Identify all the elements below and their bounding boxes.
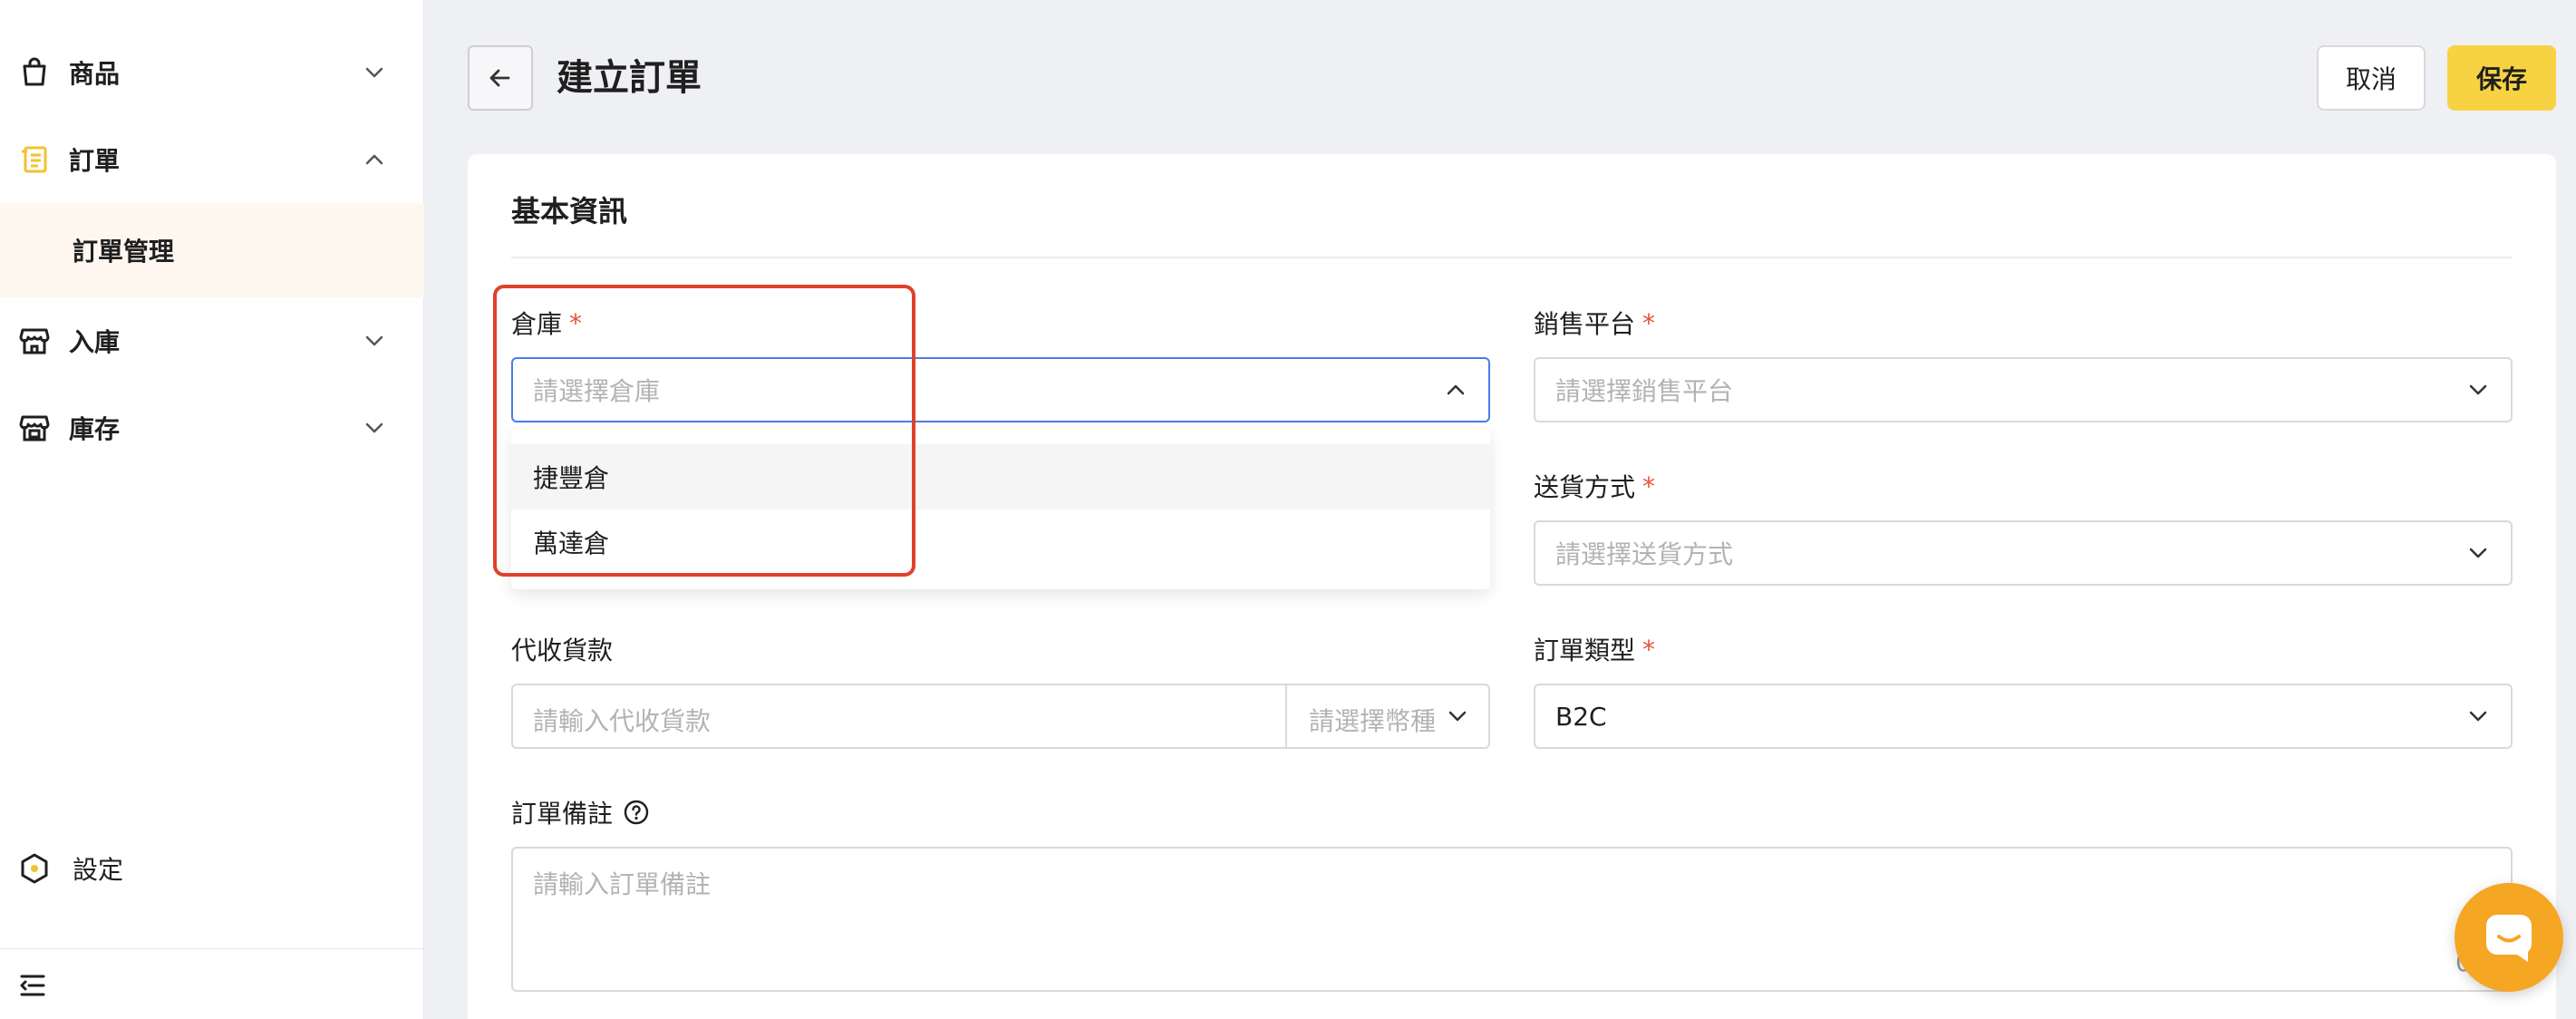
sidebar-item-label: 入庫: [69, 327, 121, 357]
page-title: 建立訂單: [557, 57, 702, 99]
remark-label: 訂單備註: [511, 794, 651, 830]
sales-platform-label-text: 銷售平台: [1534, 309, 1636, 339]
remark-placeholder: 請輸入訂單備註: [533, 869, 712, 899]
sidebar-item-label: 庫存: [69, 414, 121, 444]
sidebar-item-products[interactable]: 商品: [0, 29, 424, 116]
sales-platform-label: 銷售平台 *: [1534, 305, 1655, 341]
sales-platform-select[interactable]: 請選擇銷售平台: [1534, 357, 2513, 422]
chevron-down-icon: [2464, 539, 2493, 568]
currency-select[interactable]: 請選擇幣種: [1287, 685, 1488, 747]
chat-support-button[interactable]: [2455, 883, 2563, 992]
chevron-up-icon: [359, 144, 390, 175]
section-title: 基本資訊: [511, 194, 628, 228]
hexagon-settings-icon: [18, 852, 51, 885]
delivery-method-placeholder: 請選擇送貨方式: [1555, 539, 1734, 569]
delivery-method-label-text: 送貨方式: [1534, 472, 1636, 502]
menu-collapse-icon[interactable]: [15, 967, 51, 1004]
cancel-button[interactable]: 取消: [2317, 45, 2426, 111]
sidebar-item-inbound[interactable]: 入庫: [0, 297, 424, 384]
chevron-up-icon: [1441, 375, 1470, 404]
chevron-down-icon: [359, 57, 390, 88]
order-type-label: 訂單類型 *: [1534, 631, 1655, 667]
sales-platform-placeholder: 請選擇銷售平台: [1555, 376, 1734, 406]
chat-icon: [2481, 909, 2537, 966]
sidebar-item-orders[interactable]: 訂單: [0, 116, 424, 203]
chevron-down-icon: [359, 412, 390, 443]
sidebar-item-label: 商品: [69, 59, 121, 89]
arrow-left-icon: [487, 64, 514, 92]
warehouse-label-text: 倉庫: [511, 309, 563, 339]
sidebar-subitem-label: 訂單管理: [73, 237, 175, 267]
back-button[interactable]: [468, 45, 533, 111]
remark-label-text: 訂單備註: [511, 799, 614, 829]
warehouse-dropdown-menu: 捷豐倉 萬達倉: [511, 430, 1490, 589]
warehouse-icon: [18, 412, 51, 444]
required-mark: *: [1642, 634, 1656, 665]
delivery-method-label: 送貨方式 *: [1534, 468, 1655, 504]
sidebar-subitem-order-management[interactable]: 訂單管理: [0, 203, 424, 297]
sidebar-footer: [0, 948, 424, 1019]
required-mark: *: [569, 307, 583, 338]
warehouse-label: 倉庫 *: [511, 305, 582, 341]
cod-input-group: 請輸入代收貨款 請選擇幣種: [511, 684, 1490, 749]
order-type-label-text: 訂單類型: [1534, 636, 1636, 665]
storefront-icon: [18, 325, 51, 357]
chevron-down-icon: [359, 325, 390, 356]
sidebar-item-settings[interactable]: 設定: [0, 825, 424, 912]
warehouse-placeholder: 請選擇倉庫: [533, 376, 661, 406]
sidebar-item-label: 訂單: [69, 146, 121, 176]
warehouse-option-label: 捷豐倉: [533, 463, 610, 493]
section-divider: [511, 257, 2513, 258]
sidebar: 商品 訂單 訂單管理 入庫 庫存 設定: [0, 0, 424, 1019]
currency-placeholder: 請選擇幣種: [1309, 706, 1437, 736]
sidebar-item-label: 設定: [73, 855, 124, 885]
required-mark: *: [1642, 471, 1656, 501]
cod-input[interactable]: 請輸入代收貨款: [533, 702, 711, 738]
shopping-bag-icon: [18, 56, 51, 89]
sidebar-item-inventory[interactable]: 庫存: [0, 384, 424, 471]
cod-label: 代收貨款: [511, 636, 614, 665]
delivery-method-select[interactable]: 請選擇送貨方式: [1534, 520, 2513, 586]
warehouse-option[interactable]: 萬達倉: [511, 510, 1490, 575]
chevron-down-icon: [2464, 702, 2493, 731]
order-type-value: B2C: [1555, 701, 1607, 732]
help-circle-icon[interactable]: [622, 798, 651, 827]
save-button[interactable]: 保存: [2447, 45, 2556, 111]
required-mark: *: [1642, 307, 1656, 338]
receipt-icon: [18, 143, 51, 176]
chevron-down-icon: [2464, 375, 2493, 404]
warehouse-option[interactable]: 捷豐倉: [511, 444, 1490, 510]
warehouse-option-label: 萬達倉: [533, 529, 610, 558]
warehouse-select[interactable]: 請選擇倉庫: [511, 357, 1490, 422]
order-type-select[interactable]: B2C: [1534, 684, 2513, 749]
remark-textarea[interactable]: 請輸入訂單備註 0/2: [511, 847, 2513, 992]
chevron-down-icon: [1443, 702, 1472, 731]
